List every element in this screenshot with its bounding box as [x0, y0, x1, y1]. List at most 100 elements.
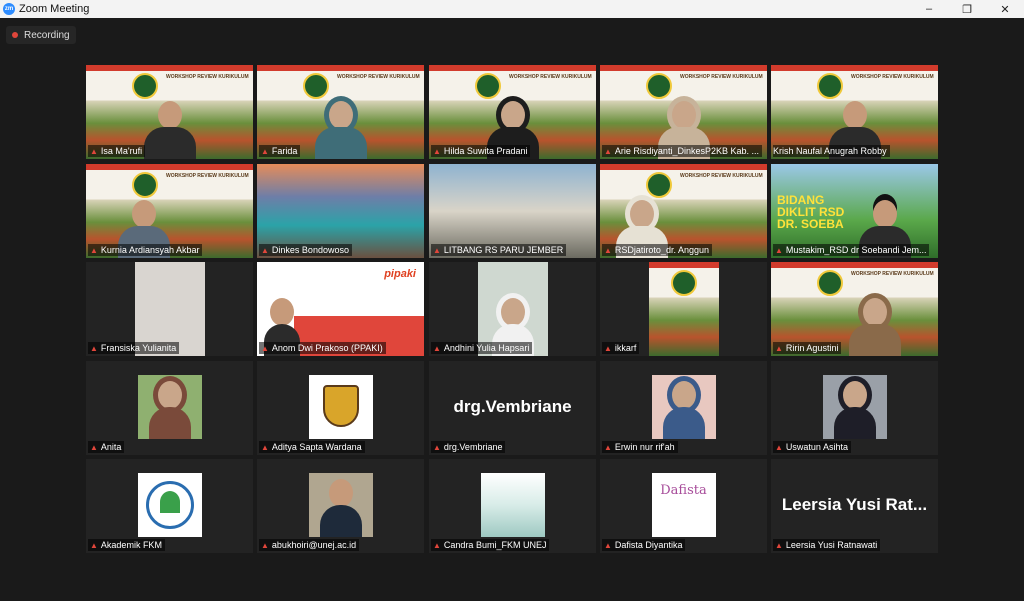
mic-muted-icon: ▲	[261, 442, 269, 452]
participant-name: Fransiska Yulianita	[100, 343, 177, 353]
profile-picture	[137, 375, 202, 439]
close-icon[interactable]: ✕	[986, 0, 1024, 18]
mic-muted-icon: ▲	[775, 343, 783, 353]
participant-name: drg.Vembriane	[443, 442, 503, 452]
participant-name: Akademik FKM	[100, 540, 162, 550]
participant-name: Andhini Yulia Hapsari	[443, 343, 530, 353]
participant-tile[interactable]: ▲ Anita	[86, 361, 253, 455]
participant-name: Uswatun Asihta	[785, 442, 848, 452]
mic-muted-icon: ▲	[433, 540, 441, 550]
participant-tile[interactable]: WORKSHOP REVIEW KURIKULUM ▲ Farida	[257, 65, 424, 159]
profile-picture	[480, 473, 545, 537]
participant-tile[interactable]: ▲ abukhoiri@unej.ac.id	[257, 459, 424, 553]
participant-tile[interactable]: Leersia Yusi Rat... ▲ Leersia Yusi Ratnaw…	[771, 459, 938, 553]
participant-tile[interactable]: ▲ Dinkes Bondowoso	[257, 164, 424, 258]
participant-tile[interactable]: pipaki ▲ Anom Dwi Prakoso (PPAKI)	[257, 262, 424, 356]
diklat-banner-text: BIDANG DIKLIT RSD DR. SOEBA	[777, 193, 845, 231]
profile-picture	[308, 375, 373, 439]
participant-name: Erwin nur rif'ah	[614, 442, 675, 452]
mic-muted-icon: ▲	[90, 442, 98, 452]
profile-picture	[651, 375, 716, 439]
participant-tile[interactable]: WORKSHOP REVIEW KURIKULUM ▲ Kurnia Ardian…	[86, 164, 253, 258]
participant-tile[interactable]: Dafista ▲ Dafista Diyantika	[600, 459, 767, 553]
mic-muted-icon: ▲	[604, 343, 612, 353]
window-title: Zoom Meeting	[19, 3, 90, 15]
mic-muted-icon: ▲	[433, 442, 441, 452]
avatar-text: Dafista	[660, 483, 707, 498]
profile-picture	[308, 473, 373, 537]
mic-muted-icon: ▲	[90, 540, 98, 550]
participant-name: Isa Ma'rufi	[100, 146, 143, 156]
participant-tile[interactable]: ▲ Candra Bumi_FKM UNEJ	[429, 459, 596, 553]
mic-muted-icon: ▲	[433, 343, 441, 353]
mic-muted-icon: ▲	[775, 442, 783, 452]
participant-name: Krish Naufal Anugrah Robby	[773, 146, 887, 156]
banner-title: WORKSHOP REVIEW KURIKULUM	[509, 74, 592, 80]
participant-name: Anita	[100, 442, 122, 452]
mic-muted-icon: ▲	[604, 442, 612, 452]
participant-name: Leersia Yusi Ratnawati	[785, 540, 878, 550]
mic-muted-icon: ▲	[604, 540, 612, 550]
mic-muted-icon: ▲	[604, 245, 612, 255]
mic-muted-icon: ▲	[90, 343, 98, 353]
banner-title: WORKSHOP REVIEW KURIKULUM	[680, 74, 763, 80]
participant-name: Mustakim_RSD dr Soebandi Jem...	[785, 245, 927, 255]
participant-tile[interactable]: ▲ LITBANG RS PARU JEMBER	[429, 164, 596, 258]
mic-muted-icon: ▲	[775, 540, 783, 550]
participant-name: Arie Risdiyanti_DinkesP2KB Kab. ...	[614, 146, 759, 156]
participant-name: Hilda Suwita Pradani	[443, 146, 528, 156]
participant-tile[interactable]: WORKSHOP REVIEW KURIKULUM ▲ Isa Ma'rufi	[86, 65, 253, 159]
participant-name: ikkarf	[614, 343, 637, 353]
participant-name: Kurnia Ardiansyah Akbar	[100, 245, 200, 255]
mic-muted-icon: ▲	[261, 343, 269, 353]
participant-tile[interactable]: ▲ Fransiska Yulianita	[86, 262, 253, 356]
participant-tile[interactable]: WORKSHOP REVIEW KURIKULUM ▲ Ririn Agustin…	[771, 262, 938, 356]
banner-title: WORKSHOP REVIEW KURIKULUM	[337, 74, 420, 80]
mic-muted-icon: ▲	[90, 146, 98, 156]
participant-tile[interactable]: WORKSHOP REVIEW KURIKULUM ▲ Hilda Suwita …	[429, 65, 596, 159]
participant-name: Dinkes Bondowoso	[271, 245, 349, 255]
participant-name: abukhoiri@unej.ac.id	[271, 540, 357, 550]
participant-tile[interactable]: ▲ Andhini Yulia Hapsari	[429, 262, 596, 356]
gallery-grid: WORKSHOP REVIEW KURIKULUM ▲ Isa Ma'rufi W…	[86, 65, 939, 553]
participant-tile[interactable]: WORKSHOP REVIEW KURIKULUM ▲ RSDjatiroto_d…	[600, 164, 767, 258]
minimize-icon[interactable]: –	[910, 0, 948, 18]
participant-tile[interactable]: drg.Vembriane ▲ drg.Vembriane	[429, 361, 596, 455]
participant-name: Dafista Diyantika	[614, 540, 683, 550]
mic-muted-icon: ▲	[261, 540, 269, 550]
mic-muted-icon: ▲	[775, 245, 783, 255]
participant-name: Candra Bumi_FKM UNEJ	[443, 540, 547, 550]
window-titlebar: zm Zoom Meeting – ❐ ✕	[0, 0, 1024, 18]
banner-title: WORKSHOP REVIEW KURIKULUM	[166, 173, 249, 179]
participant-tile[interactable]: ▲ Aditya Sapta Wardana	[257, 361, 424, 455]
participant-tile-active-speaker[interactable]: WORKSHOP REVIEW KURIKULUM Krish Naufal A…	[771, 65, 938, 159]
participant-tile[interactable]: ▲ Akademik FKM	[86, 459, 253, 553]
participant-tile[interactable]: BIDANG DIKLIT RSD DR. SOEBA ▲ Mustakim_RS…	[771, 164, 938, 258]
profile-picture	[137, 473, 202, 537]
banner-title: WORKSHOP REVIEW KURIKULUM	[680, 173, 763, 179]
participant-tile[interactable]: ▲ Uswatun Asihta	[771, 361, 938, 455]
slide-logo-text: pipaki	[384, 268, 416, 280]
profile-picture	[822, 375, 887, 439]
participant-name: Farida	[271, 146, 298, 156]
recording-indicator[interactable]: Recording	[6, 26, 76, 44]
window-controls: – ❐ ✕	[910, 0, 1024, 18]
participant-name: Ririn Agustini	[785, 343, 839, 353]
mic-muted-icon: ▲	[433, 245, 441, 255]
participant-tile[interactable]: ▲ Erwin nur rif'ah	[600, 361, 767, 455]
participant-name: Aditya Sapta Wardana	[271, 442, 362, 452]
participant-name: LITBANG RS PARU JEMBER	[443, 245, 564, 255]
maximize-icon[interactable]: ❐	[948, 0, 986, 18]
participant-tile[interactable]: ▲ ikkarf	[600, 262, 767, 356]
recording-dot-icon	[12, 32, 18, 38]
profile-picture: Dafista	[651, 473, 716, 537]
participant-name: RSDjatiroto_dr. Anggun	[614, 245, 709, 255]
participant-video	[649, 262, 719, 356]
participant-tile[interactable]: WORKSHOP REVIEW KURIKULUM ▲ Arie Risdiyan…	[600, 65, 767, 159]
recording-label: Recording	[24, 29, 70, 41]
participant-name: Anom Dwi Prakoso (PPAKI)	[271, 343, 383, 353]
mic-muted-icon: ▲	[90, 245, 98, 255]
mic-muted-icon: ▲	[261, 245, 269, 255]
participant-display-name: drg.Vembriane	[453, 397, 572, 416]
zoom-app-icon: zm	[3, 3, 15, 15]
